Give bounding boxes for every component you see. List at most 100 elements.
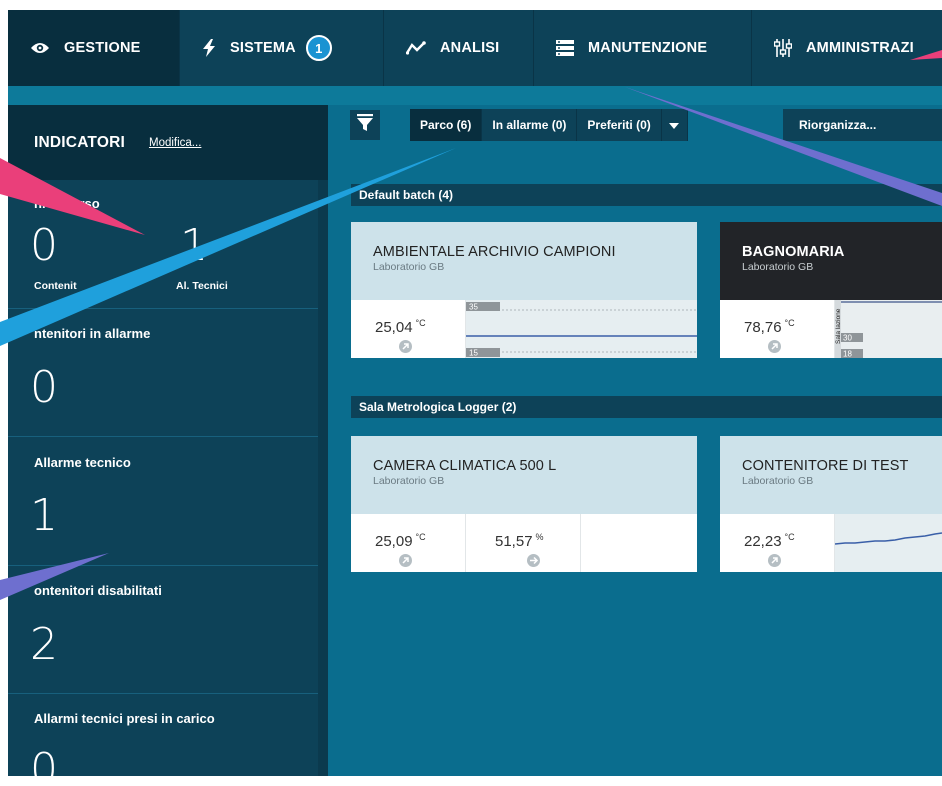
measurement: 25,04 °C [351,300,466,358]
sidebar-scrollbar[interactable] [318,180,328,776]
lightning-icon [202,39,216,57]
measurement-value: 22,23 °C [744,532,795,550]
card-title: BAGNOMARIA [742,244,845,260]
measurement-unit: °C [784,318,795,328]
app-window: GESTIONE SISTEMA 1 ANALISI MANUTENZIONE [8,10,942,776]
sidebar-header: INDICATORI Modifica... [8,105,328,180]
group-header[interactable]: Sala Metrologica Logger (2) [351,396,942,418]
tab-sistema-label: SISTEMA [230,40,296,56]
measurement: 78,76 °C [720,300,835,358]
measurement-unit: % [535,532,544,542]
measurement: 25,09 °C [351,514,466,572]
trend-upper-label: 35 [469,303,478,312]
tab-preferiti[interactable]: Preferiti (0) [577,109,662,141]
measurement-value: 25,04 °C [375,318,426,336]
indicator-label: ontenitori disabilitati [34,583,162,598]
card-header: AMBIENTALE ARCHIVIO CAMPIONI Laboratorio… [351,222,697,300]
arrow-up-right-icon [399,340,412,353]
card-header: CAMERA CLIMATICA 500 L Laboratorio GB [351,436,697,514]
group-header[interactable]: Default batch (4) [351,184,942,206]
indicator-value: 0 [30,744,58,777]
trend-chart [834,514,942,572]
caret-down-icon [669,118,680,132]
top-navigation: GESTIONE SISTEMA 1 ANALISI MANUTENZIONE [8,10,942,86]
device-card[interactable]: AMBIENTALE ARCHIVIO CAMPIONI Laboratorio… [351,222,697,358]
arrow-up-right-icon [768,554,781,567]
tab-analisi-label: ANALISI [440,40,500,56]
measurement-unit: °C [784,532,795,542]
card-header: CONTENITORE DI TEST Laboratorio GB [720,436,942,514]
card-title: AMBIENTALE ARCHIVIO CAMPIONI [373,244,616,260]
indicator-containers-disabled[interactable]: ontenitori disabilitati 2 [8,566,318,694]
server-icon [556,40,574,56]
indicator-label: Allarmi tecnici presi in carico [34,711,215,726]
tab-amministrazione-label: AMMINISTRAZI [806,40,914,56]
card-subtitle: Laboratorio GB [742,261,814,273]
indicator-value-secondary: 1 [180,220,208,271]
notification-badge: 1 [305,35,332,61]
trend-upper-label: 30 [843,334,852,343]
view-tabs: Parco (6) In allarme (0) Preferiti (0) [410,109,688,141]
card-title: CONTENITORE DI TEST [742,458,909,474]
device-card[interactable]: CONTENITORE DI TEST Laboratorio GB 22,23… [720,436,942,572]
tab-gestione[interactable]: GESTIONE [8,10,180,86]
card-body: 22,23 °C [720,514,942,572]
tab-sistema[interactable]: SISTEMA 1 [180,10,384,86]
indicator-containers-alarm[interactable]: ntenitori in allarme 0 [8,309,318,437]
reorganize-button[interactable]: Riorganizza... [783,109,942,141]
tab-gestione-label: GESTIONE [64,40,141,56]
trend-side-label: Sala lazione [835,308,842,344]
indicator-in-progress[interactable]: ni in corso 0 Contenit 1 Al. Tecnici [8,180,318,309]
measurement-unit: °C [415,318,426,328]
indicator-value: 0 [30,220,58,271]
indicator-technical-alarm[interactable]: Allarme tecnico 1 [8,437,318,566]
sidebar-title: INDICATORI [34,133,125,151]
card-header: BAGNOMARIA Laboratorio GB [720,222,942,300]
device-card[interactable]: BAGNOMARIA Laboratorio GB 78,76 °C 30 18 … [720,222,942,358]
indicator-value: 1 [30,490,58,541]
filter-button[interactable] [350,110,380,140]
trend-lower-label: 18 [843,350,852,359]
tab-in-allarme[interactable]: In allarme (0) [482,109,578,141]
indicator-label: Allarme tecnico [34,455,131,470]
edit-indicators-link[interactable]: Modifica... [149,137,201,149]
tab-parco[interactable]: Parco (6) [410,109,483,141]
card-subtitle: Laboratorio GB [373,475,445,487]
view-tabs-dropdown[interactable] [662,109,688,141]
card-body: 78,76 °C 30 18 Sala lazione [720,300,942,358]
measurement: 22,23 °C [720,514,835,572]
sliders-icon [774,39,792,57]
indicator-value: 0 [30,362,58,413]
card-subtitle: Laboratorio GB [373,261,445,273]
filter-icon [357,113,373,137]
arrow-up-right-icon [768,340,781,353]
measurement-unit: °C [415,532,426,542]
measurement-value: 78,76 °C [744,318,795,336]
measurement: 51,57% [466,514,581,572]
card-body: 25,04 °C 35 15 [351,300,697,358]
card-subtitle: Laboratorio GB [742,475,814,487]
tab-manutenzione-label: MANUTENZIONE [588,40,708,56]
device-card[interactable]: CAMERA CLIMATICA 500 L Laboratorio GB 25… [351,436,697,572]
indicator-sublabel: Contenit [34,280,77,292]
indicator-label: ntenitori in allarme [34,326,151,341]
arrow-up-right-icon [399,554,412,567]
card-body: 25,09 °C 51,57% [351,514,697,572]
tab-manutenzione[interactable]: MANUTENZIONE [534,10,752,86]
nav-divider-strip [8,86,942,105]
indicator-sublabel-secondary: Al. Tecnici [176,280,228,292]
indicator-value: 2 [30,619,58,670]
tab-analisi[interactable]: ANALISI [384,10,534,86]
trend-line-icon [406,41,426,55]
indicator-technical-alarms-taken[interactable]: Allarmi tecnici presi in carico 0 [8,694,318,776]
measurement-value: 25,09 °C [375,532,426,550]
eye-icon [30,41,50,55]
card-title: CAMERA CLIMATICA 500 L [373,458,557,474]
arrow-right-icon [527,554,540,567]
tab-amministrazione[interactable]: AMMINISTRAZI [752,10,942,86]
trend-chart: 35 15 [466,300,697,358]
trend-chart: 30 18 Sala lazione [835,300,942,358]
measurement-value: 51,57% [495,532,544,550]
indicators-sidebar: INDICATORI Modifica... ni in corso 0 Con… [8,105,328,776]
trend-lower-label: 15 [469,349,478,358]
